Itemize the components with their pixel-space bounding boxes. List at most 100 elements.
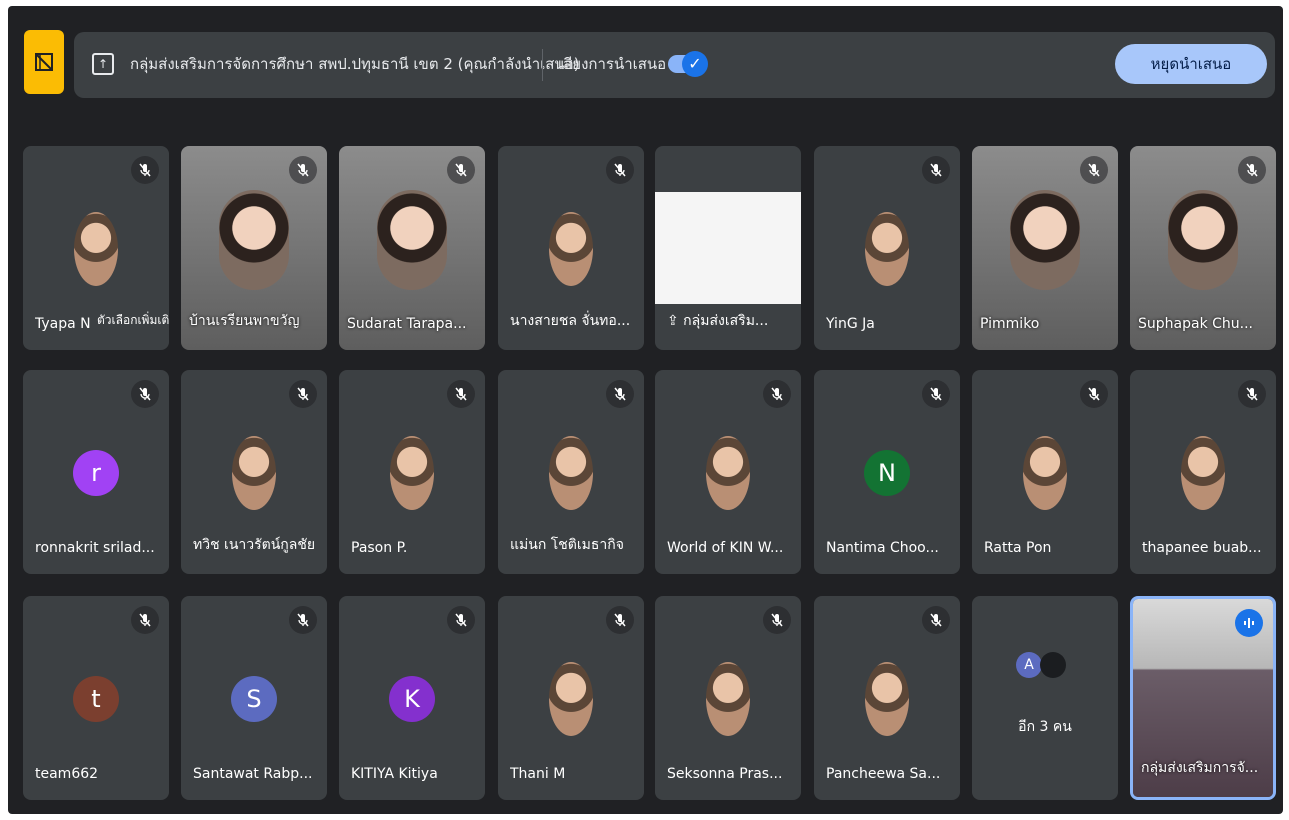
participant-tile[interactable]: K KITIYA Kitiya [339, 596, 485, 800]
avatar-letter: t [73, 676, 119, 722]
participant-name: KITIYA Kitiya [351, 766, 438, 782]
participant-video [377, 190, 447, 290]
avatar-letter: A [1016, 652, 1042, 678]
avatar [1181, 436, 1225, 510]
mic-off-icon [1080, 380, 1108, 408]
participant-tile[interactable]: r ronnakrit srilad... [23, 370, 169, 574]
mic-off-icon [763, 380, 791, 408]
participant-video [1168, 190, 1238, 290]
participant-name: ทวิช เนาวรัตน์กูลชัย [193, 537, 316, 553]
participant-name: Santawat Rabp... [193, 766, 313, 782]
mic-off-icon [447, 380, 475, 408]
participant-name: Seksonna Pras... [667, 766, 783, 782]
mic-off-icon [1238, 156, 1266, 184]
avatar [865, 212, 909, 286]
avatar [549, 212, 593, 286]
avatar [706, 436, 750, 510]
participant-name: team662 [35, 766, 99, 782]
mic-off-icon [1238, 380, 1266, 408]
presentation-bar: ↑ กลุ่มส่งเสริมการจัดการศึกษา สพป.ปทุมธา… [74, 32, 1275, 98]
participant-tile[interactable]: Pancheewa Sa... [814, 596, 960, 800]
participant-tile[interactable]: t team662 [23, 596, 169, 800]
participant-name: ⇪ กลุ่มส่งเสริม... [667, 313, 769, 329]
more-options-label[interactable]: ตัวเลือกเพิ่มเติม [97, 311, 169, 330]
participant-tile[interactable]: บ้านเรรียนพาขวัญ [181, 146, 327, 350]
participant-tile[interactable]: Thani M [498, 596, 644, 800]
presentation-audio-label: เสียงการนำเสนอ [558, 55, 667, 73]
present-screen-icon: ↑ [92, 53, 114, 75]
participant-name: Pason P. [351, 540, 408, 556]
participant-tile[interactable]: Ratta Pon [972, 370, 1118, 574]
mic-off-icon [606, 380, 634, 408]
avatar [865, 662, 909, 736]
mic-off-icon [447, 156, 475, 184]
participant-name: Sudarat Tarapa... [347, 316, 467, 332]
check-icon: ✓ [682, 51, 708, 77]
participant-tile[interactable]: นางสายชล จั่นทอ... [498, 146, 644, 350]
participant-tile[interactable]: Pason P. [339, 370, 485, 574]
participant-tile[interactable]: แม่นก โชติเมธากิจ [498, 370, 644, 574]
mic-off-icon [131, 380, 159, 408]
mic-off-icon [606, 606, 634, 634]
participant-tile[interactable]: Seksonna Pras... [655, 596, 801, 800]
mic-off-icon [606, 156, 634, 184]
participant-name: Pimmiko [980, 316, 1040, 332]
participant-name: นางสายชล จั่นทอ... [510, 313, 631, 329]
participant-tile[interactable]: YinG Ja [814, 146, 960, 350]
participant-name: แม่นก โชติเมธากิจ [510, 537, 624, 553]
participant-name: Suphapak Chu... [1138, 316, 1253, 332]
participant-tile[interactable]: กลุ่มส่งเสริมการจั... [1130, 596, 1276, 800]
participant-tile[interactable]: Sudarat Tarapa... [339, 146, 485, 350]
divider [542, 49, 543, 81]
screen-share-preview [655, 192, 801, 304]
avatar [1023, 436, 1067, 510]
participant-name: Pancheewa Sa... [826, 766, 941, 782]
participant-video [219, 190, 289, 290]
mic-off-icon [1080, 156, 1108, 184]
avatar [74, 212, 118, 286]
mic-off-icon [289, 380, 317, 408]
mic-off-icon [922, 156, 950, 184]
participant-tile[interactable]: N Nantima Choo... [814, 370, 960, 574]
avatar-letter: S [231, 676, 277, 722]
mic-off-icon [131, 606, 159, 634]
avatar-letter: r [73, 450, 119, 496]
stop-presenting-button[interactable]: หยุดนำเสนอ [1115, 44, 1267, 84]
participant-tile[interactable]: ⇪ กลุ่มส่งเสริม... [655, 146, 801, 350]
participant-tile[interactable]: thapanee buab... [1130, 370, 1276, 574]
mic-off-icon [447, 606, 475, 634]
mic-off-icon [763, 606, 791, 634]
participant-name: Thani M [510, 766, 566, 782]
meeting-window: ↑ กลุ่มส่งเสริมการจัดการศึกษา สพป.ปทุมธา… [8, 6, 1283, 814]
participant-name: Tyapa N [35, 316, 91, 332]
participant-tile[interactable]: Suphapak Chu... [1130, 146, 1276, 350]
avatar [390, 436, 434, 510]
participant-name: YinG Ja [826, 316, 875, 332]
presentation-audio-toggle[interactable]: ✓ [668, 51, 708, 77]
participant-tile[interactable]: World of KIN W... [655, 370, 801, 574]
participant-name: World of KIN W... [667, 540, 784, 556]
presenting-icon[interactable] [24, 30, 64, 94]
participant-name: thapanee buab... [1142, 540, 1262, 556]
participant-tile[interactable]: A อีก 3 คน [972, 596, 1118, 800]
participant-video [1010, 190, 1080, 290]
participant-name: บ้านเรรียนพาขวัญ [189, 313, 300, 329]
mic-off-icon [922, 606, 950, 634]
avatar-letter: N [864, 450, 910, 496]
participant-tile[interactable]: Pimmiko [972, 146, 1118, 350]
more-participants-label: อีก 3 คน [1018, 719, 1072, 735]
speaking-icon [1235, 609, 1263, 637]
avatar [706, 662, 750, 736]
participant-name: กลุ่มส่งเสริมการจั... [1141, 760, 1259, 776]
avatar [549, 662, 593, 736]
avatar-letter: K [389, 676, 435, 722]
participant-tile[interactable]: S Santawat Rabp... [181, 596, 327, 800]
avatar [232, 436, 276, 510]
participant-tile[interactable]: ทวิช เนาวรัตน์กูลชัย [181, 370, 327, 574]
mic-off-icon [289, 606, 317, 634]
participant-name: Nantima Choo... [826, 540, 939, 556]
participant-name: Ratta Pon [984, 540, 1052, 556]
presentation-title: กลุ่มส่งเสริมการจัดการศึกษา สพป.ปทุมธานี… [130, 55, 580, 73]
avatar [1040, 652, 1066, 678]
participant-tile[interactable]: Tyapa N ตัวเลือกเพิ่มเติม [23, 146, 169, 350]
